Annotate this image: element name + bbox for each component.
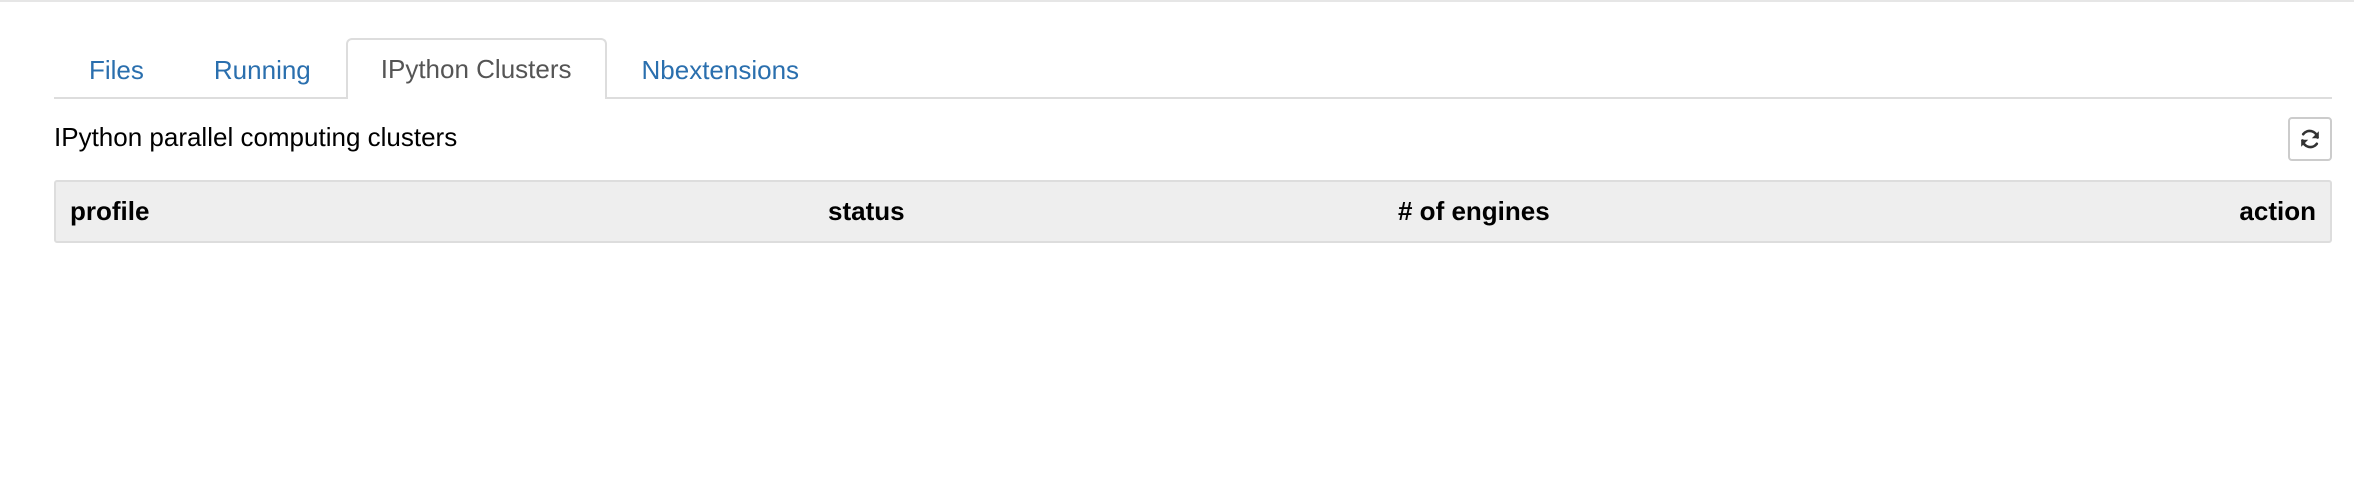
column-header-status: status bbox=[828, 196, 905, 226]
tab-nbextensions[interactable]: Nbextensions bbox=[607, 40, 835, 99]
refresh-button[interactable] bbox=[2288, 117, 2332, 161]
tab-running[interactable]: Running bbox=[179, 40, 346, 99]
column-header-action: action bbox=[2239, 196, 2316, 226]
top-divider bbox=[0, 0, 2354, 2]
column-header-engines: # of engines bbox=[1398, 196, 1550, 226]
clusters-title: IPython parallel computing clusters bbox=[54, 122, 458, 152]
clusters-table-header: profile status # of engines action bbox=[54, 180, 2332, 243]
tab-ipython-clusters[interactable]: IPython Clusters bbox=[345, 38, 607, 99]
tab-bar: Files Running IPython Clusters Nbextensi… bbox=[54, 38, 2332, 99]
column-header-profile: profile bbox=[70, 196, 150, 226]
tab-files[interactable]: Files bbox=[54, 40, 179, 99]
refresh-icon bbox=[2298, 127, 2322, 151]
